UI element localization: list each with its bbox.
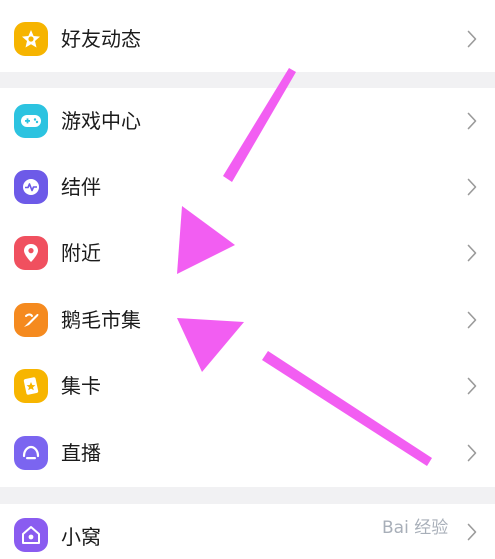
chevron-right-icon [465, 522, 479, 542]
chevron-right-icon [465, 111, 479, 131]
star-bubble-icon [14, 22, 48, 56]
chevron-right-icon [465, 29, 479, 49]
menu-item-label: 附近 [61, 241, 101, 265]
live-icon [14, 436, 48, 470]
menu-item-card-collection[interactable]: 集卡 [0, 353, 495, 419]
menu-item-nearby[interactable]: 附近 [0, 220, 495, 286]
menu-item-partner[interactable]: 结伴 [0, 154, 495, 220]
section-divider [0, 487, 495, 504]
menu-item-label: 游戏中心 [61, 109, 141, 133]
watermark: Bai 经验 [382, 518, 449, 538]
section-divider [0, 72, 495, 88]
gamepad-icon [14, 104, 48, 138]
menu-item-label: 小窝 [61, 525, 101, 549]
menu-item-live[interactable]: 直播 [0, 420, 495, 486]
chevron-right-icon [465, 443, 479, 463]
menu-item-goose-feather-market[interactable]: 鹅毛市集 [0, 287, 495, 353]
menu-item-label: 好友动态 [61, 27, 141, 51]
menu-item-friends-feed[interactable]: 好友动态 [0, 6, 495, 72]
chevron-right-icon [465, 376, 479, 396]
chevron-right-icon [465, 310, 479, 330]
location-pin-icon [14, 236, 48, 270]
menu-item-label: 直播 [61, 441, 101, 465]
menu-item-label: 集卡 [61, 374, 101, 398]
card-icon [14, 369, 48, 403]
chevron-right-icon [465, 243, 479, 263]
home-icon [14, 518, 48, 552]
menu-item-game-center[interactable]: 游戏中心 [0, 88, 495, 154]
chevron-right-icon [465, 177, 479, 197]
feather-icon [14, 303, 48, 337]
pulse-chat-icon [14, 170, 48, 204]
menu-item-label: 鹅毛市集 [61, 308, 141, 332]
menu-item-label: 结伴 [61, 175, 101, 199]
